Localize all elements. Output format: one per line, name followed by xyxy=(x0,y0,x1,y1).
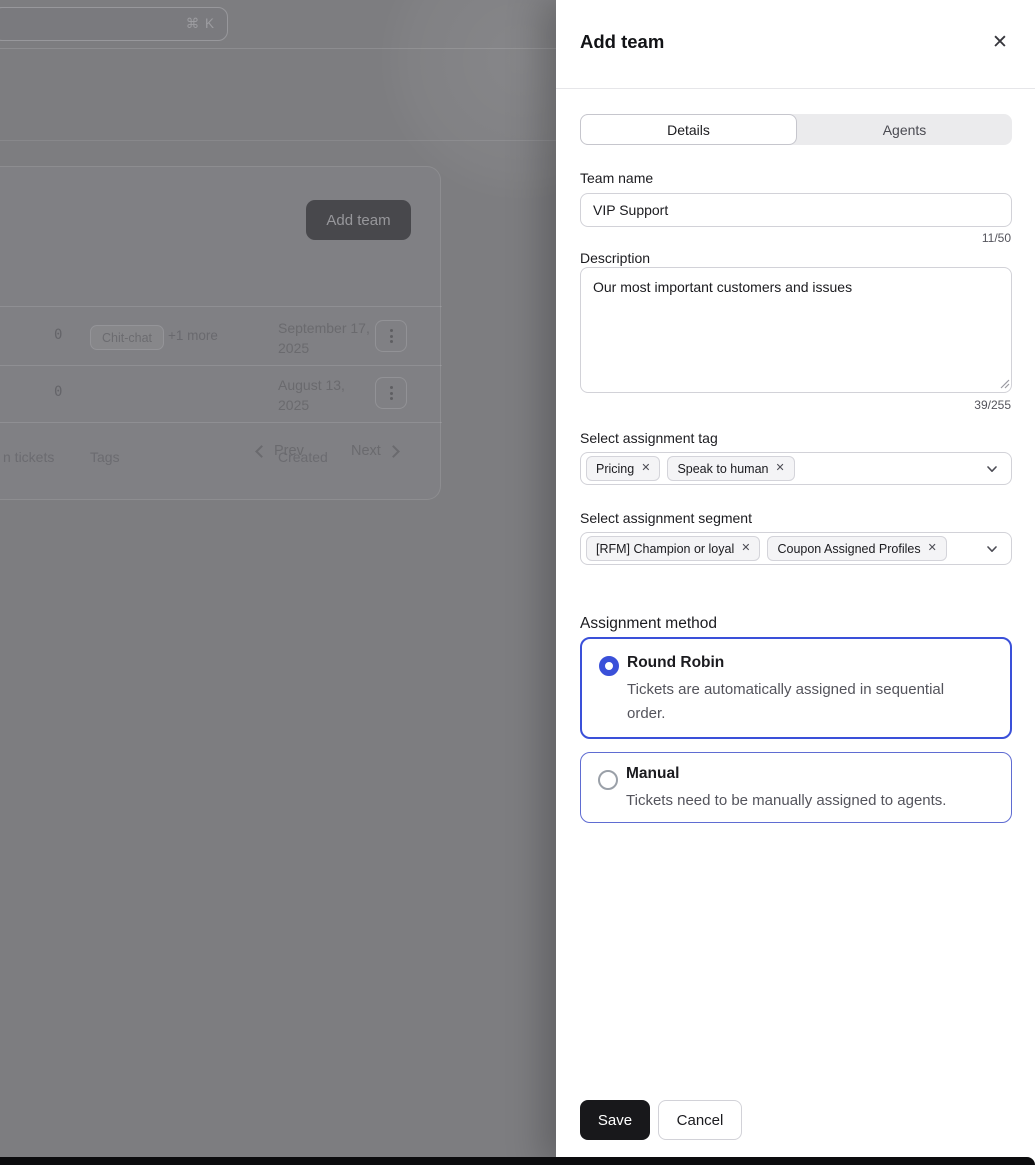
option-round-robin[interactable]: Round Robin Tickets are automatically as… xyxy=(580,637,1012,739)
option-manual[interactable]: Manual Tickets need to be manually assig… xyxy=(580,752,1012,823)
assignment-method-label: Assignment method xyxy=(580,615,717,633)
created-date: September 17, 2025 xyxy=(278,318,378,358)
open-tickets-count: 0 xyxy=(54,384,62,400)
remove-chip-icon[interactable]: ✕ xyxy=(928,543,937,554)
selected-tag-chip: Speak to human ✕ xyxy=(667,456,794,481)
created-date-line2: 2025 xyxy=(278,338,378,358)
team-name-input[interactable] xyxy=(580,193,1012,227)
open-tickets-count: 0 xyxy=(54,327,62,343)
tag-badge: Chit-chat xyxy=(90,325,164,350)
more-tags-label: +1 more xyxy=(168,328,218,343)
table-divider xyxy=(0,365,442,366)
created-date-line1: September 17, xyxy=(278,318,378,338)
table-divider xyxy=(0,422,442,423)
description-textarea[interactable]: Our most important customers and issues xyxy=(580,267,1012,393)
chip-label: Speak to human xyxy=(677,462,768,476)
column-header-open-tickets: n tickets xyxy=(3,449,54,465)
next-page-button[interactable]: Next xyxy=(351,439,398,463)
option-title: Round Robin xyxy=(627,654,724,672)
row-actions-kebab-icon[interactable] xyxy=(375,320,407,352)
drawer-header-divider xyxy=(556,88,1035,89)
chevron-right-icon xyxy=(387,445,400,458)
created-date-line1: August 13, xyxy=(278,375,378,395)
description-char-counter: 39/255 xyxy=(974,398,1011,412)
selected-segment-chip: [RFM] Champion or loyal ✕ xyxy=(586,536,760,561)
chip-label: Pricing xyxy=(596,462,634,476)
column-header-tags: Tags xyxy=(90,449,120,465)
radio-unselected-icon[interactable] xyxy=(598,770,618,790)
team-name-label: Team name xyxy=(580,170,653,186)
tab-details[interactable]: Details xyxy=(580,114,797,145)
page-divider xyxy=(0,140,556,141)
radio-selected-icon[interactable] xyxy=(599,656,619,676)
drawer-title: Add team xyxy=(580,31,664,53)
chevron-down-icon xyxy=(985,462,999,476)
option-title: Manual xyxy=(626,765,679,783)
add-team-drawer: Add team ✕ Details Agents Team name 11/5… xyxy=(556,0,1035,1165)
assignment-tag-select[interactable]: Pricing ✕ Speak to human ✕ xyxy=(580,452,1012,485)
selected-tag-chip: Pricing ✕ xyxy=(586,456,660,481)
prev-label: Prev xyxy=(274,443,304,459)
chevron-down-icon xyxy=(985,542,999,556)
prev-page-button[interactable]: Prev xyxy=(257,439,304,463)
table-divider xyxy=(0,306,442,307)
teams-card: Add team n tickets Tags Created 0 Chit-c… xyxy=(0,166,441,500)
dimmed-background-page: ⌘ K Add team n tickets Tags Created 0 Ch… xyxy=(0,0,556,1165)
save-button[interactable]: Save xyxy=(580,1100,650,1140)
header-divider xyxy=(0,48,556,49)
chip-label: Coupon Assigned Profiles xyxy=(777,542,920,556)
remove-chip-icon[interactable]: ✕ xyxy=(775,463,784,474)
remove-chip-icon[interactable]: ✕ xyxy=(741,543,750,554)
assignment-tag-label: Select assignment tag xyxy=(580,430,718,446)
option-description: Tickets need to be manually assigned to … xyxy=(626,789,1006,813)
assignment-segment-label: Select assignment segment xyxy=(580,510,752,526)
chevron-left-icon xyxy=(255,445,268,458)
screen: ⌘ K Add team n tickets Tags Created 0 Ch… xyxy=(0,0,1035,1165)
team-name-char-counter: 11/50 xyxy=(982,231,1011,245)
search-input[interactable]: ⌘ K xyxy=(0,7,228,41)
chip-label: [RFM] Champion or loyal xyxy=(596,542,734,556)
description-label: Description xyxy=(580,250,650,266)
drawer-tabs: Details Agents xyxy=(580,114,1012,145)
created-date: August 13, 2025 xyxy=(278,375,378,415)
selected-segment-chip: Coupon Assigned Profiles ✕ xyxy=(767,536,946,561)
assignment-segment-select[interactable]: [RFM] Champion or loyal ✕ Coupon Assigne… xyxy=(580,532,1012,565)
tab-agents[interactable]: Agents xyxy=(797,114,1012,145)
close-icon[interactable]: ✕ xyxy=(985,28,1015,58)
option-description: Tickets are automatically assigned in se… xyxy=(627,678,983,726)
command-k-shortcut-hint: ⌘ K xyxy=(186,16,215,32)
add-team-button[interactable]: Add team xyxy=(306,200,411,240)
row-actions-kebab-icon[interactable] xyxy=(375,377,407,409)
remove-chip-icon[interactable]: ✕ xyxy=(641,463,650,474)
bottom-bar xyxy=(0,1157,1035,1165)
created-date-line2: 2025 xyxy=(278,395,378,415)
next-label: Next xyxy=(351,443,381,459)
cancel-button[interactable]: Cancel xyxy=(658,1100,742,1140)
